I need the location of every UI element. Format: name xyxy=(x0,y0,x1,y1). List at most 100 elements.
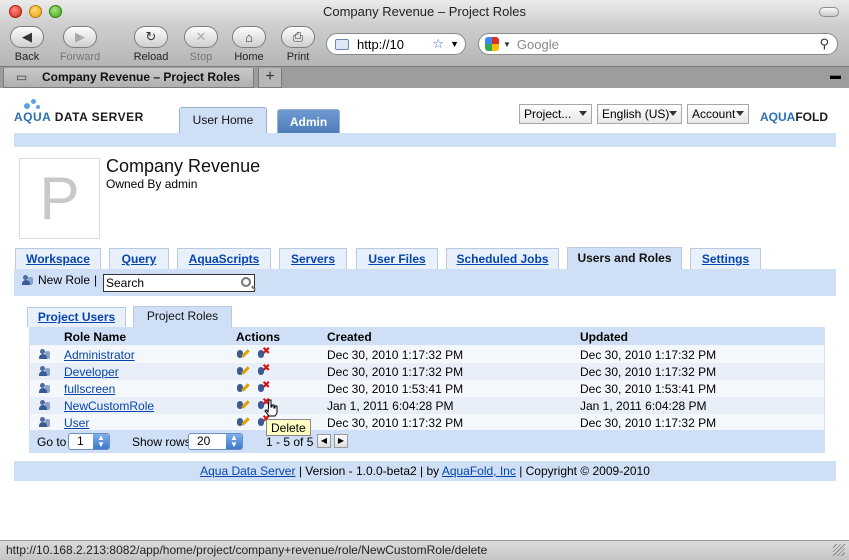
tab-scheduled-jobs[interactable]: Scheduled Jobs xyxy=(446,248,559,269)
edit-role-icon[interactable] xyxy=(237,348,249,360)
tab-admin[interactable]: Admin xyxy=(277,109,340,133)
aquafold-link[interactable]: AquaFold, Inc xyxy=(442,464,516,478)
forward-label: Forward xyxy=(59,51,101,63)
magnifier-icon[interactable]: ⚲ xyxy=(819,36,829,52)
role-updated: Dec 30, 2010 1:17:32 PM xyxy=(580,365,717,379)
delete-role-icon[interactable] xyxy=(258,346,271,360)
role-icon xyxy=(39,366,51,377)
delete-role-icon[interactable] xyxy=(258,363,271,377)
chevron-down-icon xyxy=(669,111,677,116)
role-name-link[interactable]: NewCustomRole xyxy=(64,399,154,413)
close-window-button[interactable] xyxy=(9,5,22,18)
project-owner: Owned By admin xyxy=(106,177,198,191)
edit-role-icon[interactable] xyxy=(237,382,249,394)
reload-button[interactable]: ↻ xyxy=(134,26,168,48)
footer-version: | Version - 1.0.0-beta2 | by xyxy=(295,464,442,478)
project-select[interactable]: Project... xyxy=(519,104,592,124)
role-name-link[interactable]: User xyxy=(64,416,89,430)
tab-aquascripts[interactable]: AquaScripts xyxy=(177,248,271,269)
back-arrow-icon: ◀ xyxy=(22,29,32,44)
search-engine-dropdown-icon[interactable]: ▼ xyxy=(503,40,511,49)
header-created[interactable]: Created xyxy=(327,330,372,344)
aquafold-logo[interactable]: AQUAFOLD xyxy=(760,110,828,124)
account-select[interactable]: Account xyxy=(687,104,749,124)
role-name-link[interactable]: Administrator xyxy=(64,348,135,362)
project-avatar: P xyxy=(19,158,100,239)
zoom-window-button[interactable] xyxy=(49,5,62,18)
delete-role-icon[interactable] xyxy=(258,380,271,394)
chevron-down-icon xyxy=(579,111,587,116)
aqua-bubbles-icon xyxy=(22,97,42,111)
role-name-link[interactable]: Developer xyxy=(64,365,119,379)
tab-query[interactable]: Query xyxy=(109,248,169,269)
print-label: Print xyxy=(286,51,310,63)
role-search-input[interactable]: Search xyxy=(103,274,255,292)
search-icon[interactable] xyxy=(241,277,251,287)
aqua-data-server-logo[interactable]: AQUA DATA SERVER xyxy=(14,110,144,124)
forward-button[interactable]: ▶ xyxy=(63,26,97,48)
previous-page-button[interactable]: ◀ xyxy=(317,434,331,448)
role-created: Jan 1, 2011 6:04:28 PM xyxy=(327,399,454,413)
spinner-icon: ▲ ▼ xyxy=(226,434,242,449)
language-select[interactable]: English (US) xyxy=(597,104,682,124)
resize-grip-icon[interactable] xyxy=(833,544,845,556)
stop-icon: ✕ xyxy=(195,29,207,44)
status-url: http://10.168.2.213:8082/app/home/projec… xyxy=(6,543,488,557)
edit-role-icon[interactable] xyxy=(237,416,249,428)
edit-role-icon[interactable] xyxy=(237,365,249,377)
tab-workspace[interactable]: Workspace xyxy=(15,248,101,269)
page-footer: Aqua Data Server | Version - 1.0.0-beta2… xyxy=(14,461,836,481)
aqua-data-server-link[interactable]: Aqua Data Server xyxy=(200,464,295,478)
roles-table: Role Name Actions Created Updated Admini… xyxy=(29,327,825,453)
browser-toolbar: ◀ ▶ ↻ ✕ ⌂ ⎙ Back Forward Reload Stop Hom… xyxy=(0,24,849,66)
tab-user-files[interactable]: User Files xyxy=(356,248,438,269)
header-role-name[interactable]: Role Name xyxy=(64,330,126,344)
google-icon xyxy=(485,37,499,51)
goto-label: Go to xyxy=(37,435,67,449)
tab-overview-icon[interactable]: ▬ xyxy=(830,70,841,82)
role-created: Dec 30, 2010 1:53:41 PM xyxy=(327,382,464,396)
header-updated[interactable]: Updated xyxy=(580,330,628,344)
roles-toolbar: New Role | Search xyxy=(14,269,836,296)
next-page-button[interactable]: ▶ xyxy=(334,434,348,448)
role-updated: Dec 30, 2010 1:17:32 PM xyxy=(580,348,717,362)
minimize-window-button[interactable] xyxy=(29,5,42,18)
toolbar-toggle-button[interactable] xyxy=(819,7,839,17)
stop-button[interactable]: ✕ xyxy=(184,26,218,48)
page-range: 1 - 5 of 5 xyxy=(266,435,314,449)
tab-servers[interactable]: Servers xyxy=(279,248,347,269)
subtab-project-users[interactable]: Project Users xyxy=(27,307,126,327)
role-created: Dec 30, 2010 1:17:32 PM xyxy=(327,348,464,362)
browser-status-bar: http://10.168.2.213:8082/app/home/projec… xyxy=(0,540,849,560)
history-dropdown-icon[interactable]: ▼ xyxy=(450,39,459,49)
role-icon xyxy=(39,383,51,394)
home-button[interactable]: ⌂ xyxy=(232,26,266,48)
new-role-button[interactable]: New Role | xyxy=(22,273,97,287)
subtab-project-roles[interactable]: Project Roles xyxy=(133,306,232,327)
web-search-box[interactable]: ▼ Google ⚲ xyxy=(478,33,838,55)
page-icon: ▭ xyxy=(16,70,28,84)
page-favicon-icon xyxy=(335,38,349,50)
role-name-link[interactable]: fullscreen xyxy=(64,382,115,396)
tab-settings[interactable]: Settings xyxy=(690,248,761,269)
new-tab-button[interactable]: + xyxy=(258,68,282,88)
bookmark-star-icon[interactable]: ☆ xyxy=(432,36,444,52)
print-button[interactable]: ⎙ xyxy=(281,26,315,48)
role-icon xyxy=(39,400,51,411)
header-band xyxy=(14,133,836,147)
table-row: fullscreen Dec 30, 2010 1:53:41 PM Dec 3… xyxy=(30,380,824,397)
tab-users-and-roles[interactable]: Users and Roles xyxy=(567,247,682,269)
browser-tab-strip: ▭ Company Revenue – Project Roles + ▬ xyxy=(0,66,849,88)
table-row: Developer Dec 30, 2010 1:17:32 PM Dec 30… xyxy=(30,363,824,380)
show-rows-label: Show rows xyxy=(132,435,191,449)
address-bar[interactable]: http://10 ☆ ▼ xyxy=(326,33,466,55)
table-row: NewCustomRole Jan 1, 2011 6:04:28 PM Jan… xyxy=(30,397,824,414)
hand-cursor-icon xyxy=(264,399,278,417)
back-button[interactable]: ◀ xyxy=(10,26,44,48)
show-rows-select[interactable]: 20 ▲ ▼ xyxy=(188,433,243,450)
role-icon xyxy=(39,417,51,428)
tab-user-home[interactable]: User Home xyxy=(179,107,267,134)
browser-tab-active[interactable]: ▭ Company Revenue – Project Roles xyxy=(3,68,254,88)
edit-role-icon[interactable] xyxy=(237,399,249,411)
goto-page-select[interactable]: 1 ▲ ▼ xyxy=(68,433,110,450)
